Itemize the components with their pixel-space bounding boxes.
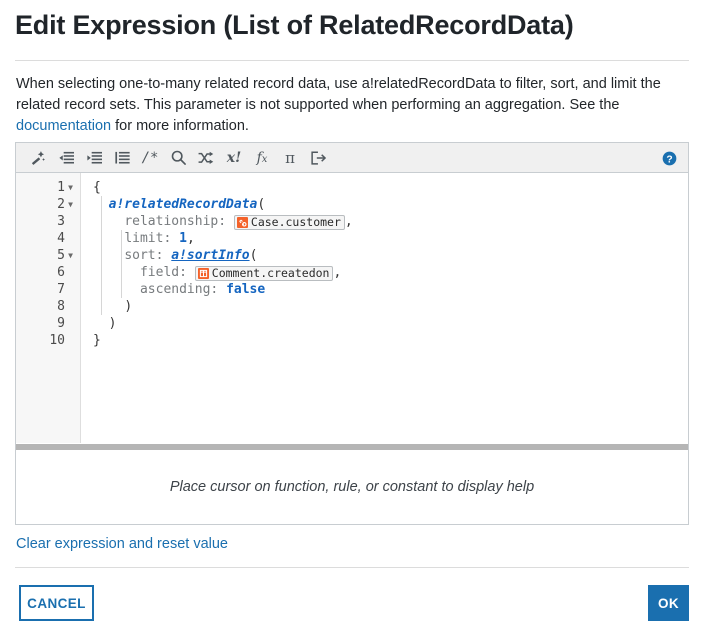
code-line: )	[81, 315, 688, 332]
description-text: When selecting one-to-many related recor…	[16, 74, 684, 137]
code-content[interactable]: { a!relatedRecordData( relationship: Cas…	[81, 173, 688, 443]
title-divider	[15, 60, 689, 61]
format-wand-icon[interactable]	[24, 145, 52, 171]
clear-variable-icon[interactable]: x!	[220, 145, 248, 171]
code-token-param: relationship:	[124, 214, 227, 229]
line-number: 6	[57, 265, 65, 280]
chip-label: Case.customer	[250, 215, 341, 229]
description-after: for more information.	[111, 118, 249, 134]
gutter-line: 5 ▼	[16, 247, 80, 264]
fold-toggle[interactable]: ▼	[65, 247, 76, 264]
export-icon[interactable]	[304, 145, 332, 171]
gutter-line: 6▼	[16, 264, 80, 281]
code-line: sort: a!sortInfo(	[81, 247, 688, 264]
code-line: relationship: Case.customer,	[81, 213, 688, 230]
line-number: 10	[49, 333, 65, 348]
line-number: 2	[57, 197, 65, 212]
gutter-line: 3▼	[16, 213, 80, 230]
footer-divider	[15, 567, 689, 568]
code-token-param: field:	[139, 265, 187, 280]
indent-icon[interactable]	[80, 145, 108, 171]
cancel-button[interactable]: CANCEL	[19, 585, 94, 621]
line-number: 5	[57, 248, 65, 263]
gutter-line: 8▼	[16, 298, 80, 315]
ok-button[interactable]: OK	[648, 585, 689, 621]
gutter-line: 2 ▼	[16, 196, 80, 213]
comment-icon[interactable]: /*	[136, 145, 164, 171]
outdent-icon[interactable]	[52, 145, 80, 171]
documentation-link[interactable]: documentation	[16, 118, 111, 134]
clear-expression-link[interactable]: Clear expression and reset value	[16, 536, 228, 552]
gutter-line: 4▼	[16, 230, 80, 247]
code-token: (	[249, 248, 258, 263]
code-line: {	[81, 179, 688, 196]
record-field-icon	[197, 268, 209, 279]
code-line: field: Comment.createdon,	[81, 264, 688, 281]
line-number-gutter: 1▼ 2▼ 3▼ 4▼ 5▼ 6▼ 7▼ 8▼ 9▼ 10▼	[16, 173, 81, 443]
code-token-value: 1	[179, 231, 187, 246]
code-line: limit: 1,	[81, 230, 688, 247]
code-token-param: sort:	[124, 248, 164, 263]
function-icon[interactable]: fx	[248, 145, 276, 171]
code-token-param: ascending:	[139, 282, 219, 297]
record-chip-comment-createdon[interactable]: Comment.createdon	[194, 266, 334, 281]
panel-splitter[interactable]	[16, 443, 688, 450]
help-circle-icon[interactable]: ?	[656, 145, 682, 171]
code-token-function: a!relatedRecordData	[108, 197, 258, 212]
code-line: )	[81, 298, 688, 315]
rule-icon[interactable]: π	[276, 145, 304, 171]
line-number: 1	[57, 180, 65, 195]
line-number: 8	[57, 299, 65, 314]
code-token-function: a!sortInfo	[171, 248, 250, 263]
code-editor[interactable]: 1▼ 2▼ 3▼ 4▼ 5▼ 6▼ 7▼ 8▼ 9▼ 10▼ { a!relat…	[16, 173, 688, 443]
help-pane: Place cursor on function, rule, or const…	[16, 450, 688, 524]
record-chip-case-customer[interactable]: Case.customer	[233, 215, 345, 230]
code-line: a!relatedRecordData(	[81, 196, 688, 213]
gutter-line: 7▼	[16, 281, 80, 298]
gutter-line: 10▼	[16, 332, 80, 349]
code-token: }	[93, 333, 101, 348]
code-token: ,	[333, 265, 342, 280]
page-title: Edit Expression (List of RelatedRecordDa…	[15, 10, 574, 40]
code-token: )	[108, 316, 117, 331]
help-placeholder-text: Place cursor on function, rule, or const…	[169, 479, 535, 495]
editor-toolbar: /* x! fx π ?	[16, 143, 688, 173]
fold-toggle[interactable]: ▼	[65, 179, 76, 196]
line-number: 4	[57, 231, 65, 246]
indent-lines-icon[interactable]	[108, 145, 136, 171]
code-line: ascending: false	[81, 281, 688, 298]
line-number: 3	[57, 214, 65, 229]
code-token: )	[124, 299, 133, 314]
code-token: {	[93, 180, 101, 195]
chip-label: Comment.createdon	[211, 266, 330, 280]
code-token-param: limit:	[124, 231, 172, 246]
description-before: When selecting one-to-many related recor…	[16, 76, 661, 113]
relationship-icon	[236, 217, 248, 228]
edit-expression-dialog: Edit Expression (List of RelatedRecordDa…	[0, 0, 704, 629]
gutter-line: 9▼	[16, 315, 80, 332]
code-token-value: false	[226, 282, 266, 297]
gutter-line: 1 ▼	[16, 179, 80, 196]
line-number: 7	[57, 282, 65, 297]
line-number: 9	[57, 316, 65, 331]
search-icon[interactable]	[164, 145, 192, 171]
expression-editor-panel: /* x! fx π ? 1 ▼ 2 ▼ 3 4 5 ▼ 6 7 8 9 10 …	[15, 142, 689, 525]
code-token: ,	[344, 214, 353, 229]
code-line: }	[81, 332, 688, 349]
shuffle-icon[interactable]	[192, 145, 220, 171]
svg-text:?: ?	[666, 154, 672, 165]
code-token: ,	[186, 231, 195, 246]
code-token: (	[257, 197, 266, 212]
fold-toggle[interactable]: ▼	[65, 196, 76, 213]
